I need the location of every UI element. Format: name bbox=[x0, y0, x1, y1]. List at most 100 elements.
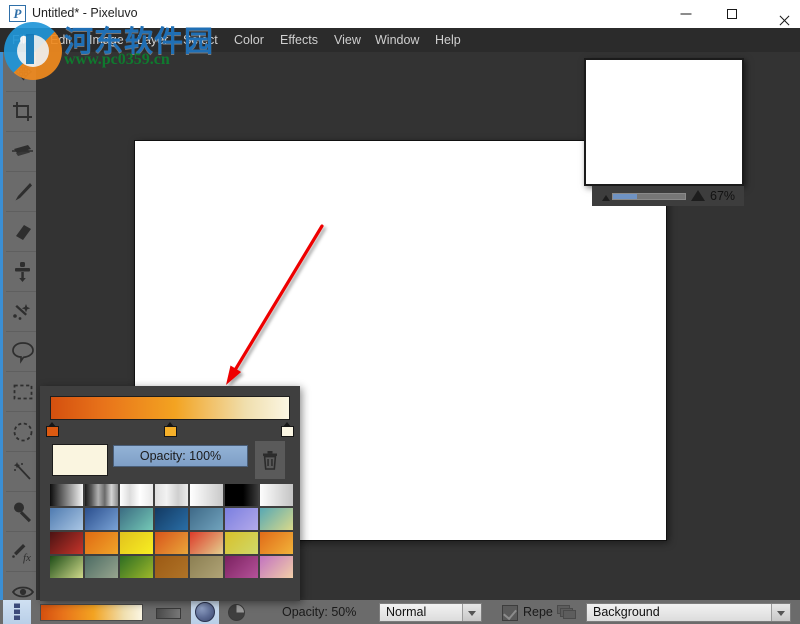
gradient-swatch-yellow[interactable] bbox=[120, 532, 153, 554]
gradient-swatch-dark-red[interactable] bbox=[50, 532, 83, 554]
gradient-swatch-blue-light[interactable] bbox=[50, 508, 83, 530]
lasso-icon bbox=[11, 340, 35, 364]
gradient-swatch-green-olive[interactable] bbox=[120, 556, 153, 578]
navigator-zoom-bar: 67% bbox=[592, 186, 744, 206]
layers-icon[interactable] bbox=[557, 605, 577, 620]
gradient-icon bbox=[13, 603, 20, 620]
gradient-swatch-checker-light[interactable] bbox=[120, 484, 153, 506]
magic-wand-tool[interactable] bbox=[6, 452, 39, 492]
gradient-swatch-magenta[interactable] bbox=[225, 556, 258, 578]
gradient-swatch-black-to-white[interactable] bbox=[50, 484, 83, 506]
minimize-button[interactable] bbox=[663, 0, 709, 28]
repeat-label: Repe bbox=[523, 605, 553, 619]
gradient-swatch-teal-green[interactable] bbox=[120, 508, 153, 530]
gradient-swatch-navy[interactable] bbox=[155, 508, 188, 530]
menu-item-edit[interactable]: Edit bbox=[42, 28, 80, 52]
navigator-thumbnail[interactable] bbox=[584, 58, 744, 186]
gradient-swatch-gold-olive[interactable] bbox=[225, 532, 258, 554]
shape-icon bbox=[11, 140, 35, 164]
svg-text:fx: fx bbox=[23, 552, 31, 564]
layer-sheet bbox=[563, 610, 576, 619]
brush-tool[interactable] bbox=[6, 172, 39, 212]
gradient-swatch-red-to-sand[interactable] bbox=[190, 532, 223, 554]
gradient-swatch-blue-deep[interactable] bbox=[85, 508, 118, 530]
gradient-swatch-periwinkle[interactable] bbox=[225, 508, 258, 530]
gradient-swatch-brown[interactable] bbox=[155, 556, 188, 578]
rect-select-tool[interactable] bbox=[6, 372, 39, 412]
menu-item-color[interactable]: Color bbox=[226, 28, 272, 52]
gradient-swatch-orange-red[interactable] bbox=[155, 532, 188, 554]
layer-select[interactable]: Background bbox=[586, 603, 791, 622]
retouch-tool[interactable] bbox=[6, 292, 39, 332]
menu-bar: File Edit Image Layer Select Color Effects View… bbox=[0, 28, 800, 52]
active-tool-indicator[interactable] bbox=[3, 600, 31, 624]
gradient-swatch-black-solid-fade[interactable] bbox=[225, 484, 258, 506]
gradient-swatch-aqua-lime[interactable] bbox=[260, 508, 293, 530]
current-gradient-swatch[interactable] bbox=[40, 604, 143, 621]
trash-icon bbox=[263, 450, 277, 470]
gradient-stop-middle[interactable] bbox=[163, 422, 177, 437]
close-button[interactable] bbox=[755, 0, 800, 28]
gradient-swatch-forest-green[interactable] bbox=[50, 556, 83, 578]
menu-item-view[interactable]: View bbox=[326, 28, 369, 52]
menu-item-select[interactable]: Select bbox=[175, 28, 226, 52]
maximize-icon bbox=[727, 9, 737, 19]
linear-gradient-button[interactable] bbox=[156, 608, 181, 619]
maximize-button[interactable] bbox=[709, 0, 755, 28]
zoom-in-icon[interactable] bbox=[691, 190, 705, 201]
radial-gradient-button[interactable] bbox=[191, 600, 219, 624]
eraser-tool[interactable] bbox=[6, 212, 39, 252]
repeat-checkbox[interactable] bbox=[502, 605, 518, 621]
gradient-swatch-grey-green[interactable] bbox=[85, 556, 118, 578]
menu-item-image[interactable]: Image bbox=[81, 28, 132, 52]
blend-mode-select[interactable]: Normal bbox=[379, 603, 482, 622]
zoom-level-label: 67% bbox=[710, 189, 736, 203]
gradient-swatch-orange[interactable] bbox=[85, 532, 118, 554]
gradient-swatch-pink-peach[interactable] bbox=[260, 556, 293, 578]
eraser-icon bbox=[11, 220, 35, 244]
fx-icon: fx bbox=[11, 540, 35, 564]
zoom-slider[interactable] bbox=[612, 193, 686, 200]
stop-color-preview[interactable] bbox=[52, 444, 108, 476]
gradient-swatch-amber[interactable] bbox=[260, 532, 293, 554]
clone-stamp-tool[interactable] bbox=[6, 252, 39, 292]
title-bar: P Untitled* - Pixeluvo bbox=[0, 0, 800, 28]
menu-item-window[interactable]: Window bbox=[367, 28, 427, 52]
menu-item-effects[interactable]: Effects bbox=[272, 28, 326, 52]
gradient-swatch-white-fade[interactable] bbox=[260, 484, 293, 506]
delete-gradient-button[interactable] bbox=[255, 441, 285, 479]
angle-gradient-button[interactable] bbox=[228, 604, 245, 621]
move-tool[interactable] bbox=[6, 52, 39, 92]
gradient-preview-bar[interactable] bbox=[50, 396, 290, 420]
gradient-swatch-steps-dark[interactable] bbox=[85, 484, 118, 506]
zoom-slider-fill bbox=[613, 194, 637, 199]
gradient-stop-end[interactable] bbox=[281, 422, 294, 437]
gradient-stop-start[interactable] bbox=[46, 422, 59, 437]
ellipse-select-tool[interactable] bbox=[6, 412, 39, 452]
picker-icon bbox=[11, 500, 35, 524]
chevron-down-icon[interactable] bbox=[462, 604, 481, 621]
menu-item-file[interactable]: File bbox=[4, 28, 40, 52]
menu-item-help[interactable]: Help bbox=[427, 28, 469, 52]
zoom-out-icon[interactable] bbox=[602, 195, 610, 201]
menu-item-layer[interactable]: Layer bbox=[129, 28, 176, 52]
lasso-tool[interactable] bbox=[6, 332, 39, 372]
gradient-editor-panel: Opacity: 100% bbox=[40, 386, 300, 601]
chevron-down-icon[interactable] bbox=[771, 604, 790, 621]
move-icon bbox=[11, 60, 35, 84]
gradient-swatch-checker-soft[interactable] bbox=[155, 484, 188, 506]
gradient-stop-swatch bbox=[163, 426, 177, 437]
effects-brush-tool[interactable]: fx bbox=[6, 532, 39, 572]
shape-tool[interactable] bbox=[6, 132, 39, 172]
color-picker-tool[interactable] bbox=[6, 492, 39, 532]
tool-options-bar: Opacity: 50% Normal Repe Background bbox=[0, 600, 800, 624]
window-title: Untitled* - Pixeluvo bbox=[32, 6, 138, 20]
gradient-swatch-slate-blue[interactable] bbox=[190, 508, 223, 530]
crop-icon bbox=[11, 100, 35, 124]
navigator-panel: 67% bbox=[584, 58, 744, 216]
gradient-swatch-white-to-grey[interactable] bbox=[190, 484, 223, 506]
gradient-opacity-field[interactable]: Opacity: 100% bbox=[113, 445, 248, 467]
gradient-swatch-khaki[interactable] bbox=[190, 556, 223, 578]
crop-tool[interactable] bbox=[6, 92, 39, 132]
gradient-swatch-grid[interactable] bbox=[50, 484, 293, 578]
